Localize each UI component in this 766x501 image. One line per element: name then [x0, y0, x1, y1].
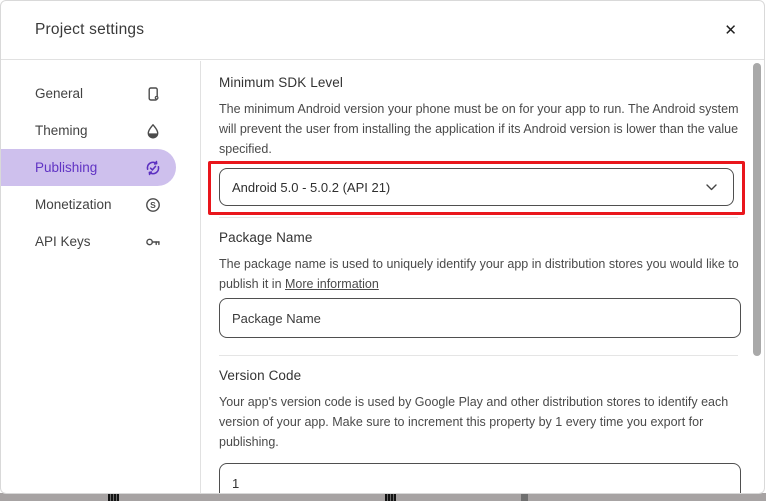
svg-text:S: S [150, 200, 156, 210]
version-code-heading: Version Code [219, 368, 302, 383]
version-code-input[interactable] [219, 463, 741, 493]
minimum-sdk-description: The minimum Android version your phone m… [219, 102, 739, 156]
section-divider [219, 217, 738, 218]
annotation-highlight-box: Android 5.0 - 5.0.2 (API 21) [208, 161, 745, 215]
close-icon[interactable]: ✕ [724, 23, 737, 38]
sidebar-item-label: Monetization [35, 197, 112, 212]
settings-content-panel: Minimum SDK Level The minimum Android ve… [201, 61, 764, 493]
sidebar-item-general[interactable]: General [1, 75, 176, 112]
minimum-sdk-heading: Minimum SDK Level [219, 75, 343, 90]
sidebar-item-label: Theming [35, 123, 88, 138]
sidebar-item-label: General [35, 86, 84, 101]
sidebar-item-label: Publishing [35, 160, 98, 175]
taskbar-icon-mark [385, 493, 396, 501]
taskbar-icon-mark [108, 493, 119, 501]
version-code-description: Your app's version code is used by Googl… [219, 395, 729, 449]
dollar-circle-icon: S [144, 196, 162, 214]
dialog-header: Project settings ✕ [1, 1, 764, 60]
minimum-sdk-selected-value: Android 5.0 - 5.0.2 (API 21) [232, 179, 391, 195]
droplet-icon [144, 122, 162, 140]
more-information-link[interactable]: More information [285, 277, 379, 291]
sidebar-item-publishing[interactable]: Publishing [1, 149, 176, 186]
sync-check-icon [144, 159, 162, 177]
content-scrollbar[interactable] [753, 63, 761, 356]
chevron-down-icon [706, 183, 717, 191]
settings-sidebar: General Theming Publishing Monetization … [1, 61, 201, 493]
section-divider [219, 355, 738, 356]
desktop-taskbar-strip [0, 493, 766, 501]
key-icon [144, 233, 162, 251]
sidebar-item-api-keys[interactable]: API Keys [1, 223, 176, 260]
taskbar-icon-mark [521, 493, 528, 501]
sidebar-item-theming[interactable]: Theming [1, 112, 176, 149]
project-settings-dialog: Project settings ✕ General Theming Publi… [0, 0, 765, 494]
package-name-heading: Package Name [219, 230, 313, 245]
package-name-input[interactable] [219, 298, 741, 338]
minimum-sdk-select[interactable]: Android 5.0 - 5.0.2 (API 21) [219, 168, 734, 206]
package-name-description: The package name is used to uniquely ide… [219, 254, 747, 294]
sidebar-item-monetization[interactable]: Monetization S [1, 186, 176, 223]
device-icon [144, 85, 162, 103]
sidebar-item-label: API Keys [35, 234, 91, 249]
dialog-title: Project settings [35, 21, 145, 38]
